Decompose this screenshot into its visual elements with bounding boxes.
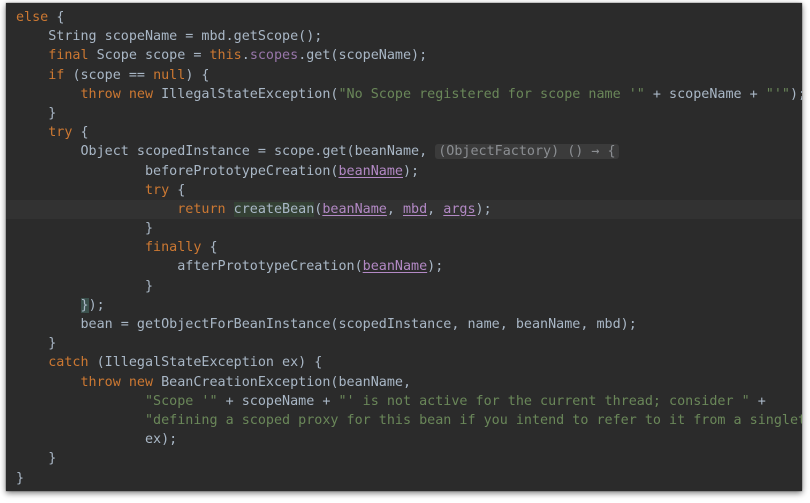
- editor-window: else { String scopeName = mbd.getScope()…: [6, 3, 802, 491]
- code-token: {: [177, 182, 186, 198]
- code-token: IllegalStateException(: [161, 86, 339, 102]
- keyword-token: finally: [16, 240, 210, 256]
- code-token: }: [16, 451, 57, 467]
- code-line[interactable]: }: [6, 104, 802, 123]
- code-token: bean = getObjectForBeanInstance(scopedIn…: [16, 317, 637, 332]
- code-line[interactable]: }: [6, 334, 802, 353]
- code-line[interactable]: }: [6, 219, 802, 238]
- code-line[interactable]: });: [6, 296, 802, 315]
- code-line[interactable]: catch (IllegalStateException ex) {: [6, 353, 802, 372]
- code-token: ,: [427, 201, 444, 217]
- code-line[interactable]: try {: [6, 181, 802, 200]
- code-token: ) {: [185, 67, 210, 83]
- code-token: }: [16, 105, 57, 121]
- code-line[interactable]: String scopeName = mbd.getScope();: [6, 27, 802, 46]
- code-line[interactable]: throw new IllegalStateException("No Scop…: [6, 85, 802, 104]
- code-line[interactable]: if (scope == null) {: [6, 66, 802, 85]
- code-token: }: [16, 470, 25, 486]
- parameter-token: args: [443, 201, 476, 217]
- code-line[interactable]: beforePrototypeCreation(beanName);: [6, 162, 802, 181]
- code-line[interactable]: Object scopedInstance = scope.get(beanNa…: [6, 142, 802, 161]
- matched-brace: }: [80, 297, 89, 313]
- code-token: Scope scope =: [96, 48, 210, 64]
- code-token: .: [241, 48, 250, 64]
- keyword-token: try: [16, 182, 178, 198]
- code-token: }: [16, 278, 154, 294]
- code-token: afterPrototypeCreation(: [16, 259, 363, 275]
- keyword-token: return: [16, 201, 234, 217]
- code-line[interactable]: bean = getObjectForBeanInstance(scopedIn…: [6, 315, 802, 334]
- code-line[interactable]: }: [6, 469, 802, 488]
- code-line[interactable]: finally {: [6, 238, 802, 257]
- keyword-token: null: [153, 67, 186, 83]
- keyword-token: try: [16, 125, 81, 141]
- keyword-token: catch: [16, 355, 97, 371]
- code-line[interactable]: throw new BeanCreationException(beanName…: [6, 373, 802, 392]
- code-token: );: [789, 86, 802, 102]
- code-token: BeanCreationException(beanName,: [161, 374, 412, 390]
- parameter-token: beanName: [322, 201, 387, 217]
- string-token: "' is not active for the current thread;…: [338, 393, 750, 409]
- code-token: {: [56, 10, 65, 25]
- code-line[interactable]: }: [6, 277, 802, 296]
- code-token: + scopeName +: [644, 86, 766, 102]
- code-token: );: [88, 297, 105, 313]
- code-token: ,: [386, 201, 403, 217]
- string-token: "Scope '": [145, 393, 218, 409]
- string-token: "'": [765, 86, 790, 102]
- keyword-token: this: [209, 48, 242, 64]
- code-token: + scopeName +: [217, 393, 339, 409]
- code-line[interactable]: "defining a scoped proxy for this bean i…: [6, 411, 802, 430]
- code-line[interactable]: afterPrototypeCreation(beanName);: [6, 257, 802, 276]
- keyword-token: if: [16, 67, 73, 83]
- parameter-token: mbd: [402, 201, 428, 217]
- parameter-token: beanName: [338, 163, 403, 179]
- code-token: Object scopedInstance = scope.get(beanNa…: [16, 144, 436, 160]
- code-line[interactable]: try {: [6, 123, 802, 142]
- code-line[interactable]: "Scope '" + scopeName + "' is not active…: [6, 392, 802, 411]
- keyword-token: final: [16, 48, 97, 64]
- code-token: {: [80, 125, 89, 141]
- code-line[interactable]: final Scope scope = this.scopes.get(scop…: [6, 46, 802, 65]
- code-token: beforePrototypeCreation(: [16, 163, 339, 179]
- keyword-token: throw new: [16, 374, 162, 390]
- highlighted-reference: createBean: [233, 201, 315, 217]
- string-token: "No Scope registered for scope name '": [338, 86, 645, 102]
- code-token: ex);: [16, 432, 178, 448]
- code-editor[interactable]: else { String scopeName = mbd.getScope()…: [6, 8, 802, 488]
- code-token: (scope ==: [72, 67, 154, 83]
- code-token: {: [209, 240, 218, 256]
- code-token: +: [749, 393, 766, 409]
- keyword-token: throw new: [16, 86, 162, 102]
- code-token: }: [16, 221, 154, 237]
- code-line[interactable]: return createBean(beanName, mbd, args);: [6, 199, 802, 220]
- code-token: );: [427, 259, 444, 275]
- code-line[interactable]: else {: [6, 8, 802, 27]
- code-token: );: [402, 163, 420, 179]
- code-line[interactable]: }: [6, 449, 802, 468]
- string-token: "defining a scoped proxy for this bean i…: [145, 412, 802, 428]
- code-line[interactable]: ex);: [6, 430, 802, 449]
- code-token: }: [16, 336, 57, 352]
- field-token: scopes: [249, 48, 299, 64]
- inlay-hint: (ObjectFactory) () → {: [435, 144, 619, 160]
- code-token: .get(scopeName);: [298, 48, 428, 64]
- code-token: (IllegalStateException ex) {: [96, 355, 323, 371]
- code-token: );: [475, 201, 492, 217]
- code-token: String scopeName = mbd.getScope();: [16, 29, 323, 45]
- keyword-token: else: [16, 10, 57, 25]
- parameter-token: beanName: [362, 259, 428, 275]
